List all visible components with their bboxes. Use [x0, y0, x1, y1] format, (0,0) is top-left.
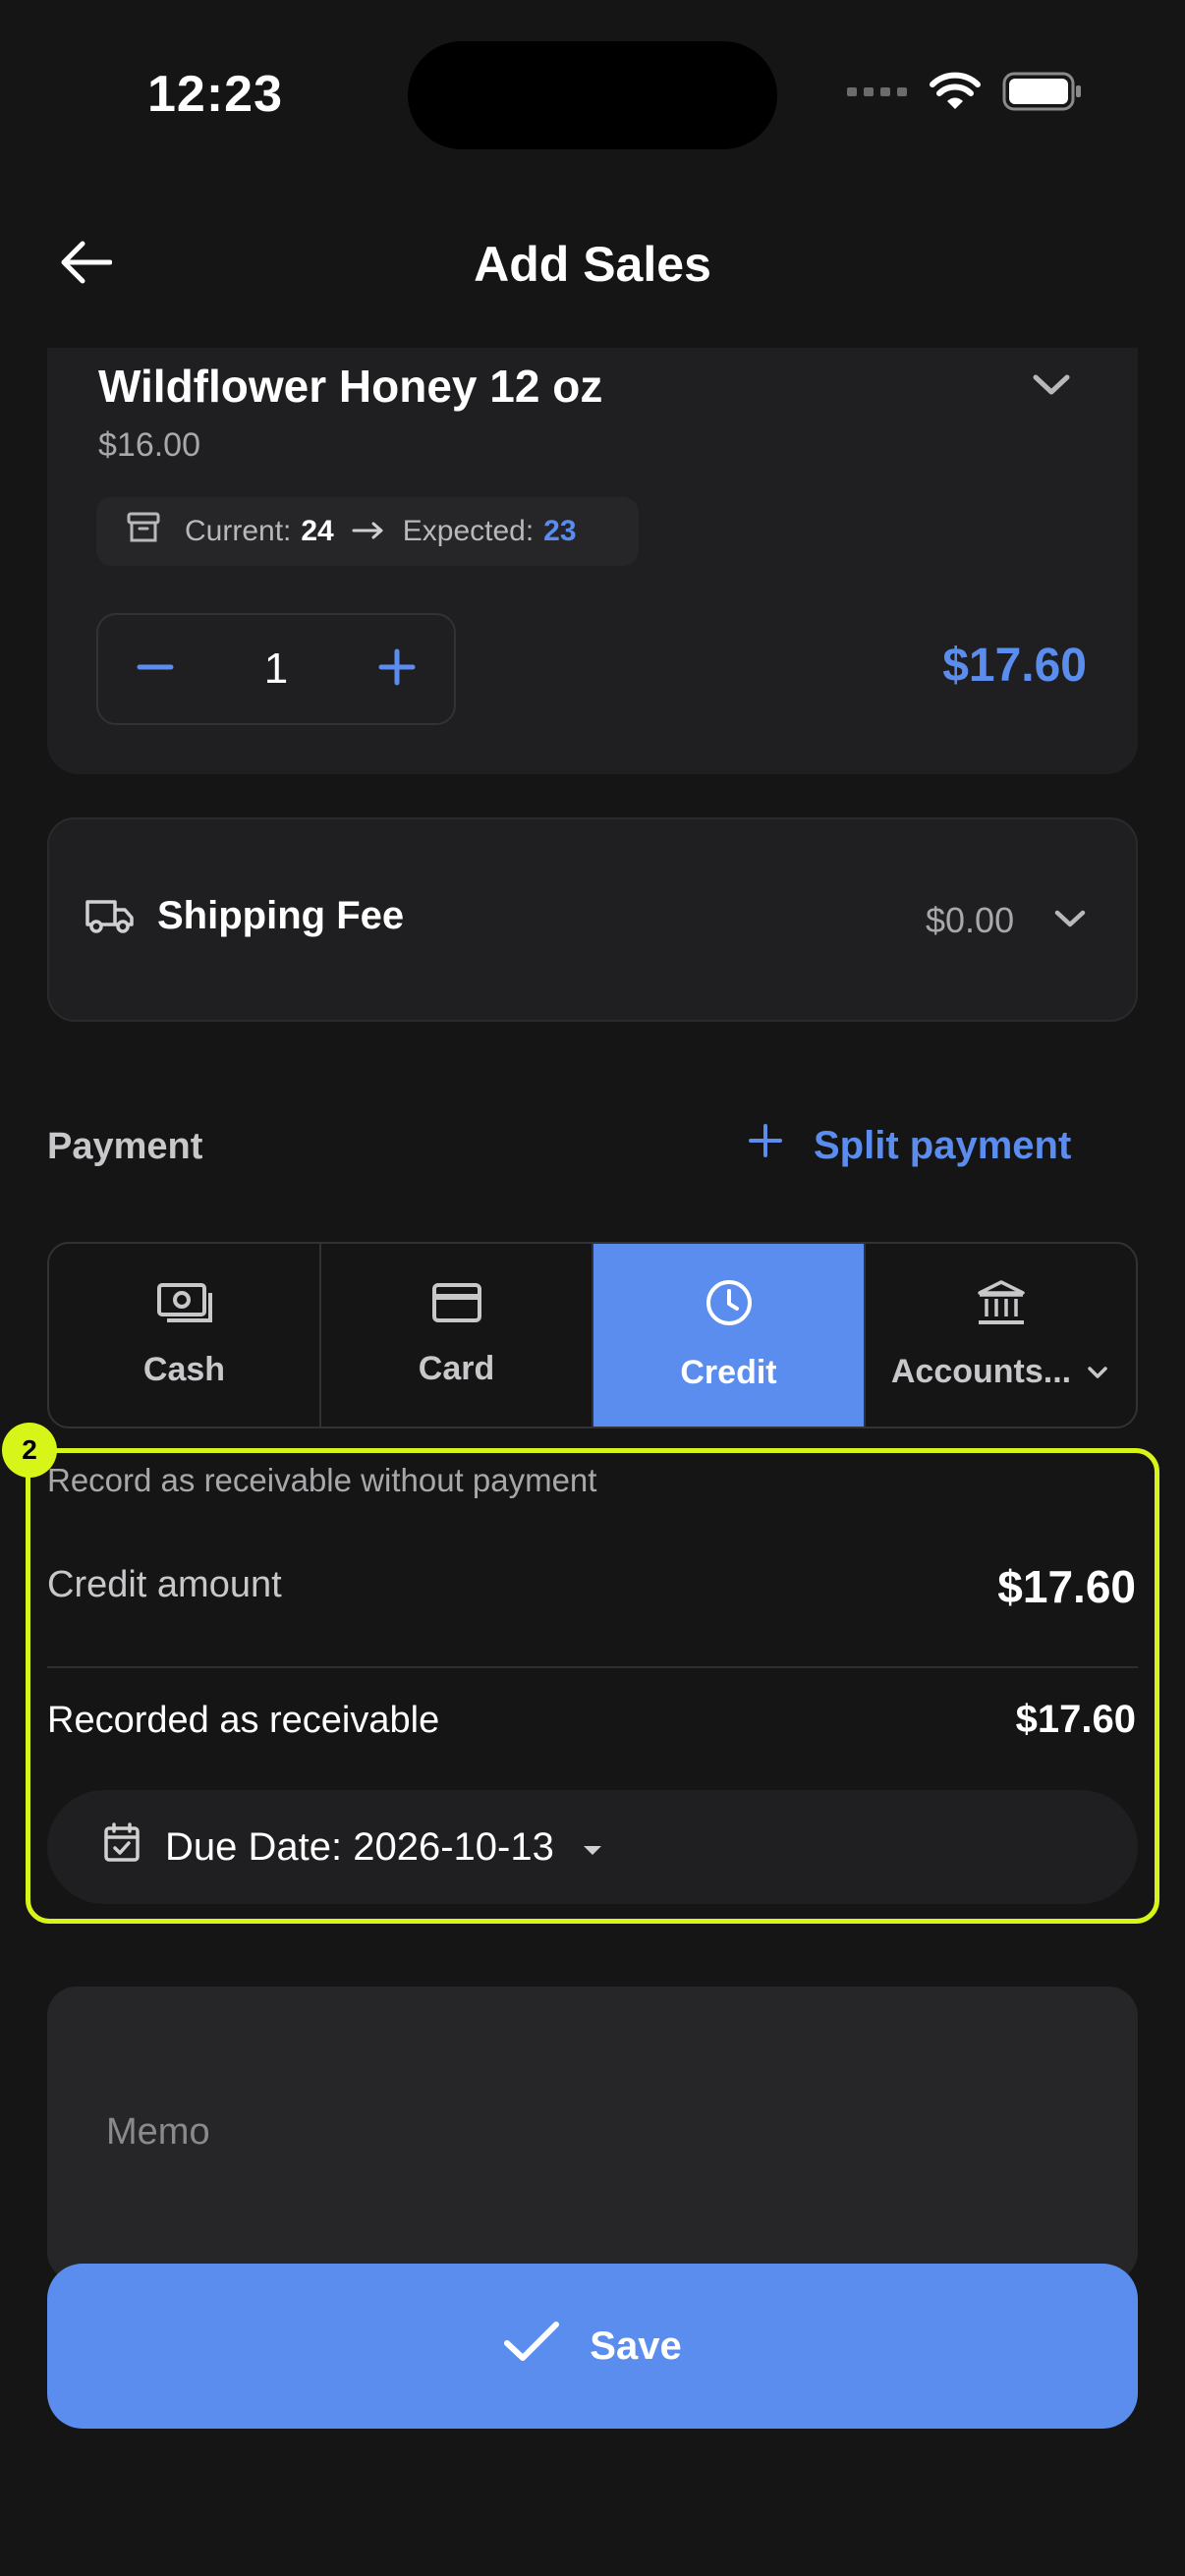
dynamic-island	[408, 41, 777, 149]
due-date-picker[interactable]: Due Date: 2026-10-13	[47, 1790, 1138, 1904]
split-payment-label: Split payment	[814, 1123, 1072, 1167]
payment-method-label: Cash	[142, 1351, 226, 1388]
current-stock-value: 24	[301, 515, 334, 547]
shipping-fee-value: $0.00	[926, 900, 1015, 940]
payment-method-credit[interactable]: Credit	[593, 1244, 866, 1427]
receivable-value: $17.60	[1015, 1698, 1136, 1741]
line-total: $17.60	[942, 640, 1087, 692]
shipping-fee-label: Shipping Fee	[157, 894, 405, 937]
status-time: 12:23	[147, 66, 283, 123]
checkmark-icon	[503, 2320, 560, 2373]
truck-icon	[85, 896, 136, 940]
payment-method-accounts[interactable]: Accounts...	[866, 1244, 1136, 1427]
due-date-label: Due Date: 2026-10-13	[165, 1824, 554, 1869]
payment-section-label: Payment	[47, 1126, 203, 1167]
payment-method-selector: Cash Card Credit Accounts...	[47, 1242, 1138, 1428]
wifi-icon	[930, 72, 981, 116]
product-name: Wildflower Honey 12 oz	[98, 361, 603, 412]
quantity-value[interactable]: 1	[264, 644, 288, 694]
status-icons	[847, 71, 1083, 117]
page-title: Add Sales	[474, 237, 711, 292]
divider	[47, 1666, 1138, 1668]
credit-note: Record as receivable without payment	[47, 1462, 597, 1498]
payment-method-card[interactable]: Card	[321, 1244, 593, 1427]
card-icon	[431, 1282, 482, 1332]
chevron-down-icon	[1028, 374, 1075, 405]
payment-method-label: Card	[418, 1350, 495, 1387]
memo-input[interactable]	[106, 2110, 1079, 2154]
memo-field[interactable]	[47, 1987, 1138, 2281]
expected-stock-value: 23	[543, 515, 577, 547]
payment-method-cash[interactable]: Cash	[49, 1244, 321, 1427]
expected-stock-label: Expected:	[402, 515, 535, 547]
battery-icon	[1002, 71, 1083, 117]
archive-box-icon	[126, 510, 161, 553]
caret-down-icon	[578, 1825, 607, 1870]
payment-method-label: Accounts...	[890, 1353, 1072, 1390]
calendar-check-icon	[102, 1821, 141, 1873]
current-stock-label: Current:	[185, 515, 292, 547]
quantity-stepper: 1	[96, 613, 456, 725]
save-label: Save	[590, 2324, 682, 2368]
plus-icon	[747, 1122, 784, 1169]
increment-button[interactable]	[375, 645, 419, 694]
chevron-down-icon	[1051, 904, 1089, 938]
arrow-right-icon	[352, 515, 385, 548]
credit-amount-value: $17.60	[997, 1561, 1136, 1612]
save-button[interactable]: Save	[47, 2264, 1138, 2429]
cash-icon	[156, 1281, 212, 1333]
bank-icon	[976, 1279, 1027, 1335]
clock-icon	[705, 1278, 754, 1336]
credit-amount-label: Credit amount	[47, 1564, 282, 1605]
product-price: $16.00	[98, 426, 200, 464]
chevron-down-icon	[1085, 1353, 1110, 1391]
stock-info-pill: Current: 24 Expected: 23	[96, 497, 639, 566]
split-payment-button[interactable]: Split payment	[747, 1122, 1071, 1169]
payment-method-label: Credit	[680, 1354, 777, 1391]
decrement-button[interactable]	[134, 645, 177, 694]
receivable-label: Recorded as receivable	[47, 1700, 440, 1741]
cellular-signal-icon	[847, 84, 908, 103]
product-expand-button[interactable]	[1028, 367, 1075, 406]
